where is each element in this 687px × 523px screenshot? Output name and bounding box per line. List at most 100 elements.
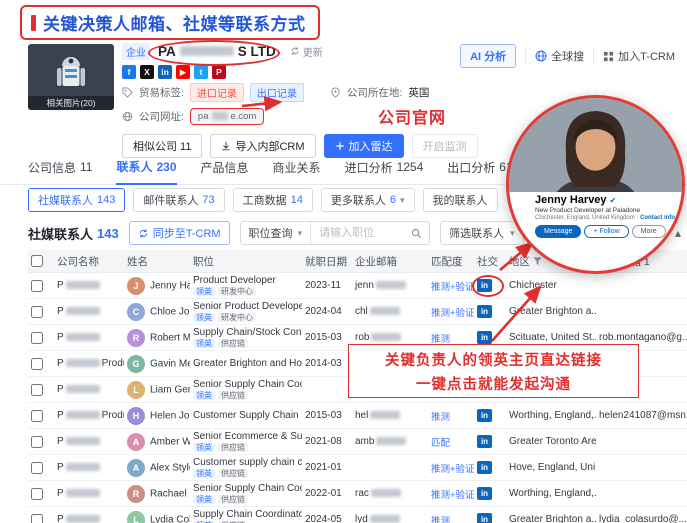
- position-search-input[interactable]: [311, 227, 411, 239]
- contact-name: Liam Gent: [150, 384, 190, 395]
- page-title-box: 关键决策人邮箱、社媒等联系方式: [20, 5, 320, 40]
- row-checkbox[interactable]: [31, 436, 43, 448]
- youtube-icon[interactable]: ▶: [176, 65, 190, 79]
- job-tag: 研发中心: [218, 287, 256, 296]
- export-records-tag[interactable]: 出口记录: [250, 83, 304, 102]
- tab-company-info[interactable]: 公司信息11: [28, 152, 92, 184]
- company-photo[interactable]: 相关图片(20): [28, 44, 114, 110]
- tab-products[interactable]: 产品信息: [201, 152, 249, 184]
- divider: [525, 49, 526, 63]
- row-checkbox[interactable]: [31, 358, 43, 370]
- tab-label: 联系人: [116, 158, 152, 175]
- company-name: PA S LTD: [158, 44, 276, 59]
- region: Hove, England, Uni...: [506, 455, 596, 481]
- tab-import-analysis[interactable]: 进口分析1254: [345, 152, 424, 184]
- row-checkbox[interactable]: [31, 306, 43, 318]
- tab-label: 公司信息: [28, 159, 76, 176]
- table-row[interactable]: P CChloe Jones Senior Product Developer领…: [28, 299, 687, 325]
- start-date: 2024-04: [302, 299, 352, 325]
- region: Worthing, England,...: [506, 403, 596, 429]
- pill-business-data[interactable]: 工商数据14: [233, 188, 313, 212]
- match-level: 推测: [428, 507, 474, 523]
- collapse-icon[interactable]: ▴: [675, 226, 681, 240]
- import-records-tag[interactable]: 进口记录: [190, 83, 244, 102]
- match-level: 推测: [428, 403, 474, 429]
- linkedin-profile-preview[interactable]: Jenny Harvey✔ New Product Developer at P…: [506, 95, 685, 274]
- linkedin-icon[interactable]: in: [477, 513, 492, 523]
- linkedin-icon[interactable]: in: [477, 279, 492, 292]
- company-name: P: [57, 436, 102, 447]
- tab-contacts[interactable]: 联系人 230: [116, 152, 176, 185]
- x-icon[interactable]: X: [140, 65, 154, 79]
- tab-business-relations[interactable]: 商业关系: [273, 152, 321, 184]
- job-title: Senior Ecommerce & Supply Cha...: [193, 431, 299, 442]
- company-name: PProduc...: [57, 410, 124, 421]
- extra-email: helen241087@msn...: [596, 403, 687, 429]
- contact-filter-select[interactable]: 筛选联系人▾: [440, 221, 524, 245]
- join-tcrm-button[interactable]: 加入T-CRM: [603, 48, 675, 64]
- page: 关键决策人邮箱、社媒等联系方式 相关图片(20) 企业 PA: [0, 0, 687, 523]
- start-date: 2023-11: [302, 273, 352, 299]
- table-row[interactable]: P AAlex Styles Customer supply chain coo…: [28, 455, 687, 481]
- row-checkbox[interactable]: [31, 462, 43, 474]
- region: Greater Brighton a...: [506, 299, 596, 325]
- table-row[interactable]: P RRachael Kelly Senior Supply Chain Coo…: [28, 481, 687, 507]
- pill-label: 更多联系人: [331, 192, 386, 208]
- linkedin-icon[interactable]: in: [477, 409, 492, 422]
- pill-count: 6: [390, 194, 396, 206]
- position-select[interactable]: 职位查询▾: [241, 222, 312, 244]
- enterprise-badge: 企业: [122, 43, 150, 60]
- global-search-button[interactable]: 全球搜: [535, 48, 584, 64]
- contact-info-link[interactable]: Contact info: [640, 215, 675, 221]
- contact-filter-pills: 社媒联系人143邮件联系人73工商数据14更多联系人6▾我的联系人: [28, 188, 498, 212]
- row-checkbox[interactable]: [31, 280, 43, 292]
- company-website[interactable]: pa e.com: [190, 108, 264, 125]
- job-title: Product Developer: [193, 275, 299, 286]
- company-email: lyd: [352, 507, 428, 523]
- row-checkbox[interactable]: [31, 410, 43, 422]
- table-row[interactable]: P JJenny Harvey Product Developer领英研发中心 …: [28, 273, 687, 299]
- refresh-button[interactable]: 更新: [290, 44, 323, 59]
- sync-tcrm-button[interactable]: 同步至T-CRM: [129, 221, 230, 245]
- pill-email-contacts[interactable]: 邮件联系人73: [133, 188, 224, 212]
- table-row[interactable]: P AAmber Whitty Senior Ecommerce & Suppl…: [28, 429, 687, 455]
- divider: [593, 49, 594, 63]
- pill-my-contacts[interactable]: 我的联系人: [423, 188, 498, 212]
- profile-headline: New Product Developer at Paladone: [535, 207, 682, 214]
- company-name: PProduc...: [57, 358, 124, 369]
- filter-funnel-icon[interactable]: [533, 257, 542, 266]
- company-email: amb: [352, 429, 428, 455]
- follow-button[interactable]: + Follow: [584, 225, 628, 238]
- row-checkbox[interactable]: [31, 384, 43, 396]
- globe-icon: [122, 111, 133, 122]
- tab-count: 230: [157, 160, 177, 174]
- row-checkbox[interactable]: [31, 488, 43, 500]
- row-checkbox[interactable]: [31, 514, 43, 523]
- facebook-icon[interactable]: f: [122, 65, 136, 79]
- column-header: 公司名称: [54, 250, 124, 273]
- linkedin-icon[interactable]: in: [477, 461, 492, 474]
- extra-email: [596, 273, 687, 299]
- more-button[interactable]: More: [632, 225, 666, 238]
- select-all-checkbox[interactable]: [31, 255, 43, 267]
- job-title: Customer Supply Chain: [193, 410, 299, 421]
- twitter-icon[interactable]: t: [194, 65, 208, 79]
- table-row[interactable]: P LLydia Colasurdo Supply Chain Coordina…: [28, 507, 687, 523]
- pinterest-icon[interactable]: P: [212, 65, 226, 79]
- linkedin-icon[interactable]: in: [477, 305, 492, 318]
- region: Chichester: [506, 273, 596, 299]
- pill-more-contacts[interactable]: 更多联系人6▾: [321, 188, 415, 212]
- linkedin-icon[interactable]: in: [477, 331, 492, 344]
- linkedin-icon[interactable]: in: [477, 487, 492, 500]
- linkedin-icon[interactable]: in: [477, 435, 492, 448]
- extra-email: [596, 481, 687, 507]
- linkedin-icon[interactable]: in: [158, 65, 172, 79]
- row-checkbox[interactable]: [31, 332, 43, 344]
- ai-analysis-button[interactable]: AI 分析: [460, 44, 516, 68]
- table-row[interactable]: PProduc... HHelen Johnstone Customer Sup…: [28, 403, 687, 429]
- search-icon[interactable]: [411, 228, 429, 239]
- region: Worthing, England,...: [506, 481, 596, 507]
- message-button[interactable]: Message: [535, 225, 581, 238]
- pill-social-contacts[interactable]: 社媒联系人143: [28, 188, 125, 212]
- pill-label: 工商数据: [243, 192, 287, 208]
